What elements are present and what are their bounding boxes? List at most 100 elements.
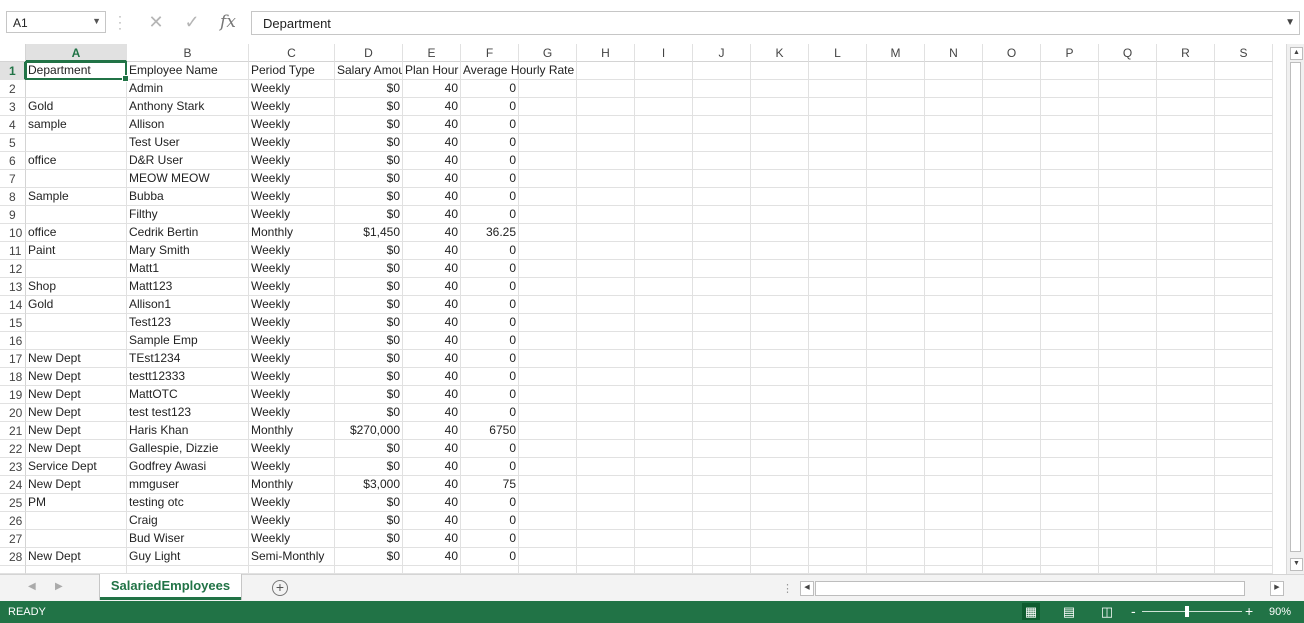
table-cell[interactable] <box>809 152 867 170</box>
column-header-r[interactable]: R <box>1157 44 1215 62</box>
table-cell[interactable]: $0 <box>335 332 403 350</box>
table-cell[interactable] <box>1215 530 1273 548</box>
table-cell[interactable] <box>925 242 983 260</box>
table-cell[interactable] <box>867 386 925 404</box>
table-cell[interactable]: $0 <box>335 260 403 278</box>
table-cell[interactable] <box>519 278 577 296</box>
table-cell[interactable]: 40 <box>403 368 461 386</box>
table-cell[interactable] <box>577 332 635 350</box>
table-cell[interactable] <box>751 404 809 422</box>
table-cell[interactable]: Gallespie, Dizzie <box>127 440 249 458</box>
table-cell[interactable] <box>577 80 635 98</box>
table-cell[interactable] <box>751 242 809 260</box>
table-cell[interactable] <box>1215 440 1273 458</box>
table-cell[interactable] <box>1215 278 1273 296</box>
table-cell[interactable] <box>751 116 809 134</box>
table-cell[interactable]: Weekly <box>249 332 335 350</box>
table-cell[interactable] <box>983 80 1041 98</box>
header-cell[interactable] <box>1157 62 1215 80</box>
table-cell[interactable] <box>519 368 577 386</box>
table-cell[interactable] <box>26 314 127 332</box>
table-cell[interactable] <box>519 530 577 548</box>
table-cell[interactable] <box>1041 134 1099 152</box>
table-cell[interactable] <box>693 296 751 314</box>
table-cell[interactable] <box>519 440 577 458</box>
table-cell[interactable] <box>635 260 693 278</box>
table-cell[interactable] <box>519 98 577 116</box>
table-cell[interactable]: $0 <box>335 530 403 548</box>
table-cell[interactable] <box>635 134 693 152</box>
header-cell[interactable]: Department <box>26 62 127 80</box>
zoom-out-icon[interactable]: - <box>1131 603 1136 619</box>
formula-input[interactable]: Department ▼ <box>251 11 1300 35</box>
table-cell[interactable] <box>635 512 693 530</box>
table-cell[interactable]: 40 <box>403 332 461 350</box>
table-cell[interactable] <box>751 422 809 440</box>
table-cell[interactable]: $0 <box>335 242 403 260</box>
table-cell[interactable] <box>577 152 635 170</box>
table-cell[interactable] <box>925 530 983 548</box>
table-cell[interactable] <box>809 476 867 494</box>
table-cell[interactable] <box>26 530 127 548</box>
table-cell[interactable] <box>983 278 1041 296</box>
table-cell[interactable]: Cedrik Bertin <box>127 224 249 242</box>
table-cell[interactable] <box>693 476 751 494</box>
table-cell[interactable] <box>577 440 635 458</box>
table-cell[interactable] <box>1099 440 1157 458</box>
table-cell[interactable]: $0 <box>335 188 403 206</box>
table-cell[interactable]: 0 <box>461 206 519 224</box>
table-cell[interactable] <box>1215 260 1273 278</box>
table-cell[interactable] <box>519 386 577 404</box>
table-cell[interactable] <box>1157 152 1215 170</box>
table-cell[interactable] <box>127 566 249 574</box>
table-cell[interactable] <box>635 152 693 170</box>
table-cell[interactable] <box>1215 80 1273 98</box>
table-cell[interactable] <box>519 116 577 134</box>
table-cell[interactable] <box>26 566 127 574</box>
table-cell[interactable] <box>693 116 751 134</box>
table-cell[interactable] <box>867 332 925 350</box>
table-cell[interactable] <box>867 134 925 152</box>
table-cell[interactable]: New Dept <box>26 368 127 386</box>
table-cell[interactable] <box>983 314 1041 332</box>
table-cell[interactable] <box>1215 134 1273 152</box>
table-cell[interactable] <box>577 368 635 386</box>
header-cell[interactable]: Salary Amou <box>335 62 403 80</box>
table-cell[interactable] <box>809 440 867 458</box>
table-cell[interactable]: 0 <box>461 296 519 314</box>
table-cell[interactable] <box>577 98 635 116</box>
table-cell[interactable] <box>1099 476 1157 494</box>
table-cell[interactable] <box>693 350 751 368</box>
table-cell[interactable] <box>635 188 693 206</box>
table-cell[interactable] <box>635 458 693 476</box>
row-header[interactable]: 1 <box>0 62 26 80</box>
table-cell[interactable]: 40 <box>403 350 461 368</box>
table-cell[interactable] <box>925 404 983 422</box>
table-cell[interactable] <box>693 134 751 152</box>
table-cell[interactable] <box>983 422 1041 440</box>
table-cell[interactable] <box>577 404 635 422</box>
table-cell[interactable] <box>519 260 577 278</box>
table-cell[interactable]: Weekly <box>249 494 335 512</box>
table-cell[interactable] <box>1157 278 1215 296</box>
table-cell[interactable] <box>867 206 925 224</box>
table-cell[interactable] <box>519 242 577 260</box>
next-sheet-icon[interactable]: ▶ <box>55 581 63 592</box>
table-cell[interactable] <box>335 566 403 574</box>
table-cell[interactable]: 0 <box>461 116 519 134</box>
table-cell[interactable] <box>1099 386 1157 404</box>
table-cell[interactable] <box>751 476 809 494</box>
row-header[interactable]: 5 <box>0 134 26 152</box>
table-cell[interactable] <box>925 134 983 152</box>
table-cell[interactable] <box>925 386 983 404</box>
table-cell[interactable]: 40 <box>403 224 461 242</box>
page-break-icon[interactable]: ◫ <box>1098 603 1116 620</box>
table-cell[interactable] <box>635 350 693 368</box>
add-sheet-icon[interactable]: + <box>272 580 288 596</box>
table-cell[interactable] <box>577 512 635 530</box>
table-cell[interactable] <box>809 80 867 98</box>
row-header[interactable]: 27 <box>0 530 26 548</box>
row-header[interactable]: 13 <box>0 278 26 296</box>
column-header-d[interactable]: D <box>335 44 403 62</box>
table-cell[interactable]: 40 <box>403 422 461 440</box>
